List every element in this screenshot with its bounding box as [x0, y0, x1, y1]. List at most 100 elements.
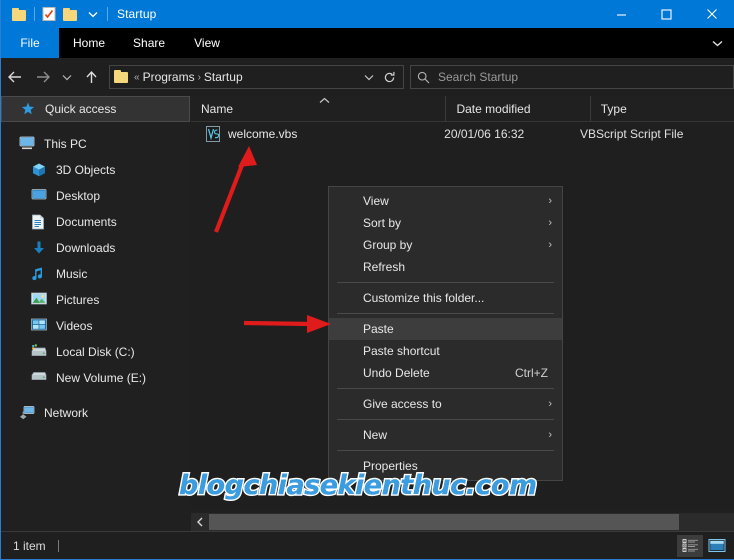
sidebar-item-new-volume-e[interactable]: New Volume (E:): [1, 365, 190, 391]
menu-item-refresh[interactable]: Refresh: [329, 256, 562, 278]
large-icons-view-icon[interactable]: [704, 535, 730, 557]
search-icon: [417, 71, 430, 83]
chevron-up-icon: [319, 96, 330, 106]
menu-separator: [337, 450, 554, 451]
chevron-right-icon: ›: [548, 217, 552, 229]
chevron-right-icon: ›: [548, 195, 552, 207]
status-bar: 1 item: [1, 531, 734, 559]
address-right-controls: [359, 66, 399, 88]
sidebar-item-downloads[interactable]: Downloads: [1, 235, 190, 261]
sidebar-item-desktop[interactable]: Desktop: [1, 183, 190, 209]
breadcrumb-item-startup[interactable]: Startup: [204, 70, 243, 84]
address-bar-row: « Programs › Startup Search Startup: [1, 58, 734, 96]
star-pin-icon: [20, 101, 38, 117]
folder-icon: [114, 70, 130, 84]
chevron-right-icon: ›: [548, 398, 552, 410]
sidebar-item-label: Downloads: [56, 241, 116, 255]
chevron-right-icon[interactable]: ›: [198, 72, 201, 83]
sidebar-item-videos[interactable]: Videos: [1, 313, 190, 339]
tab-view[interactable]: View: [179, 28, 235, 58]
menu-item-paste-shortcut[interactable]: Paste shortcut: [329, 340, 562, 362]
context-menu[interactable]: View › Sort by › Group by › Refresh Cust…: [328, 186, 563, 481]
network-icon: [19, 405, 37, 421]
menu-item-label: New: [363, 428, 388, 442]
column-headers: Name Date modified Type: [191, 95, 734, 122]
forward-button[interactable]: [29, 62, 57, 92]
maximize-button[interactable]: [644, 0, 689, 28]
sidebar-item-label: Videos: [56, 319, 93, 333]
ribbon-right-controls: [704, 28, 734, 58]
sidebar-item-this-pc[interactable]: This PC: [1, 131, 190, 157]
chevron-down-icon[interactable]: [359, 66, 379, 88]
breadcrumb-overflow[interactable]: «: [134, 72, 140, 83]
tab-file[interactable]: File: [1, 28, 59, 58]
search-placeholder: Search Startup: [438, 70, 519, 84]
menu-item-paste[interactable]: Paste: [329, 318, 562, 340]
sidebar-item-pictures[interactable]: Pictures: [1, 287, 190, 313]
download-arrow-icon: [31, 240, 49, 256]
table-row[interactable]: welcome.vbs 20/01/06 16:32 VBScript Scri…: [191, 122, 734, 146]
sidebar-item-label: 3D Objects: [56, 163, 116, 177]
toolbar-divider: [34, 7, 35, 21]
sidebar-item-music[interactable]: Music: [1, 261, 190, 287]
chevron-left-icon[interactable]: [191, 513, 209, 531]
sidebar-item-local-disk-c[interactable]: Local Disk (C:): [1, 339, 190, 365]
menu-separator: [337, 282, 554, 283]
menu-item-sort-by[interactable]: Sort by ›: [329, 212, 562, 234]
item-count-label: 1 item: [13, 538, 46, 553]
sidebar-item-label: Local Disk (C:): [56, 345, 135, 359]
menu-separator: [337, 313, 554, 314]
minimize-button[interactable]: [599, 0, 644, 28]
file-name-cell[interactable]: welcome.vbs: [191, 126, 444, 142]
new-folder-icon[interactable]: [60, 3, 82, 25]
sidebar-item-network[interactable]: Network: [1, 400, 190, 426]
folder-icon[interactable]: [9, 3, 31, 25]
scrollbar-thumb[interactable]: [209, 514, 679, 530]
column-header-date-modified[interactable]: Date modified: [445, 95, 589, 122]
status-divider: [57, 539, 59, 552]
menu-item-new[interactable]: New ›: [329, 424, 562, 446]
menu-item-group-by[interactable]: Group by ›: [329, 234, 562, 256]
back-button[interactable]: [1, 62, 29, 92]
search-input[interactable]: Search Startup: [410, 65, 734, 89]
file-type: VBScript Script File: [580, 127, 684, 141]
chevron-down-icon[interactable]: [704, 28, 730, 58]
properties-checkmark-icon[interactable]: [38, 3, 60, 25]
refresh-icon[interactable]: [379, 66, 399, 88]
recent-locations-icon[interactable]: [57, 62, 77, 92]
menu-item-give-access-to[interactable]: Give access to ›: [329, 393, 562, 415]
toolbar-divider-2: [107, 7, 108, 21]
details-view-icon[interactable]: [677, 534, 703, 557]
menu-separator: [337, 388, 554, 389]
file-name: welcome.vbs: [228, 127, 298, 141]
sidebar-item-label: New Volume (E:): [56, 371, 147, 385]
breadcrumb[interactable]: « Programs › Startup: [109, 65, 404, 89]
sidebar-item-label: Documents: [56, 215, 117, 229]
tab-home[interactable]: Home: [59, 28, 119, 58]
window-controls: [599, 0, 734, 28]
ribbon-tab-strip: File Home Share View: [1, 28, 734, 88]
site-watermark: blogchiasekienthuc.com: [179, 470, 537, 501]
breadcrumb-trail: « Programs › Startup: [134, 70, 359, 84]
breadcrumb-item-programs[interactable]: Programs: [143, 70, 195, 84]
title-bar: Startup: [1, 0, 734, 28]
menu-item-undo-delete[interactable]: Undo Delete Ctrl+Z: [329, 362, 562, 384]
sidebar-item-3d-objects[interactable]: 3D Objects: [1, 157, 190, 183]
close-button[interactable]: [689, 0, 734, 28]
quick-access-toolbar: Startup: [1, 0, 156, 28]
chevron-right-icon: ›: [548, 429, 552, 441]
file-date-modified: 20/01/06 16:32: [444, 127, 525, 141]
sidebar-item-quick-access[interactable]: Quick access: [1, 96, 190, 122]
sidebar-item-documents[interactable]: Documents: [1, 209, 190, 235]
column-header-type[interactable]: Type: [589, 95, 734, 122]
chevron-down-icon[interactable]: [82, 3, 104, 25]
document-icon: [31, 214, 49, 230]
menu-item-customize-this-folder[interactable]: Customize this folder...: [329, 287, 562, 309]
tab-share[interactable]: Share: [119, 28, 179, 58]
navigation-pane[interactable]: Quick access This PC 3D Objects Desktop …: [1, 96, 190, 523]
horizontal-scrollbar[interactable]: [191, 513, 734, 531]
menu-item-view[interactable]: View ›: [329, 190, 562, 212]
sidebar-item-label: Desktop: [56, 189, 101, 203]
up-button[interactable]: [77, 62, 105, 92]
